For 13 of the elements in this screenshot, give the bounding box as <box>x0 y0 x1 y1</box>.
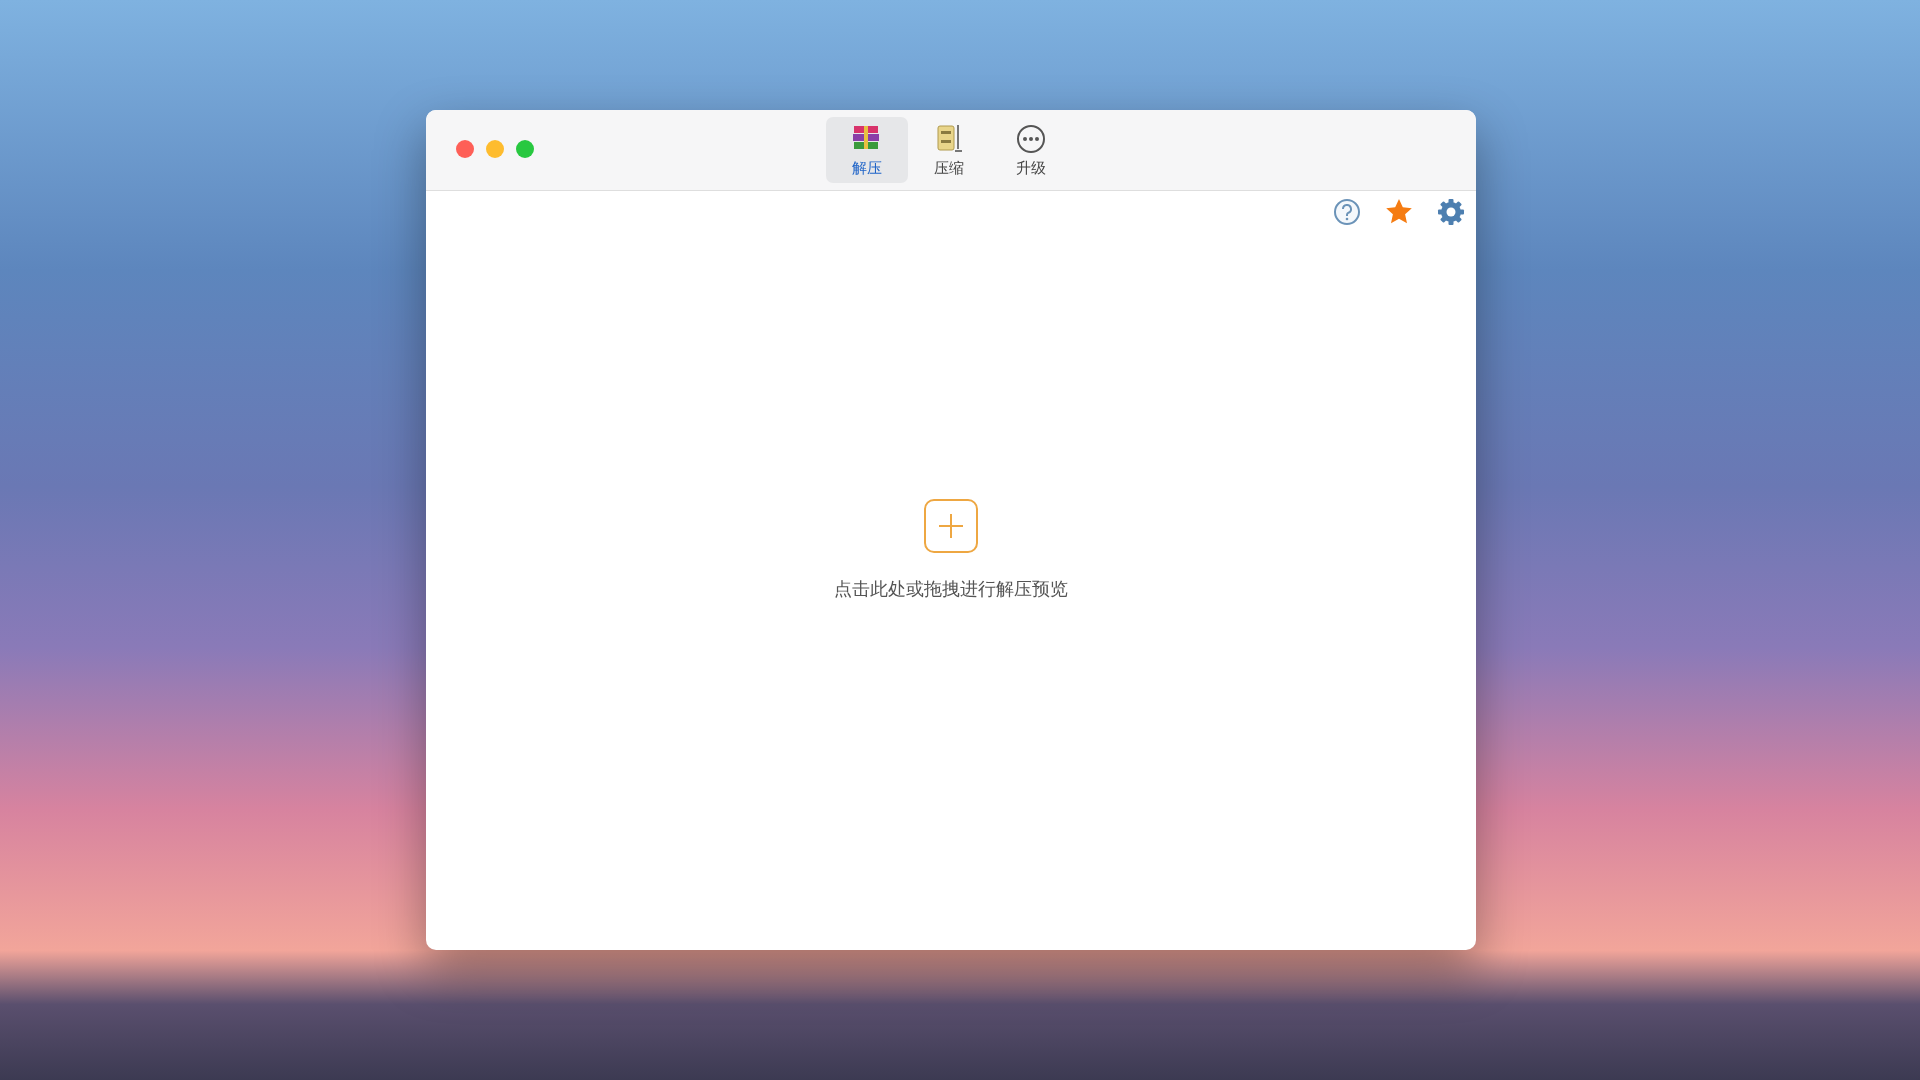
file-cabinet-icon <box>934 123 964 155</box>
plus-icon <box>937 512 965 540</box>
close-button[interactable] <box>456 140 474 158</box>
more-icon <box>1015 123 1047 155</box>
drop-hint: 点击此处或拖拽进行解压预览 <box>834 577 1068 601</box>
help-icon[interactable] <box>1332 197 1362 227</box>
toolbar-tab[interactable]: 压缩 <box>908 117 990 183</box>
zoom-button[interactable] <box>516 140 534 158</box>
toolbar-tab[interactable]: 升级 <box>990 117 1072 183</box>
minimize-button[interactable] <box>486 140 504 158</box>
add-button[interactable] <box>924 499 978 553</box>
toolbar-tab[interactable]: 解压 <box>826 117 908 183</box>
settings-icon[interactable] <box>1436 197 1466 227</box>
